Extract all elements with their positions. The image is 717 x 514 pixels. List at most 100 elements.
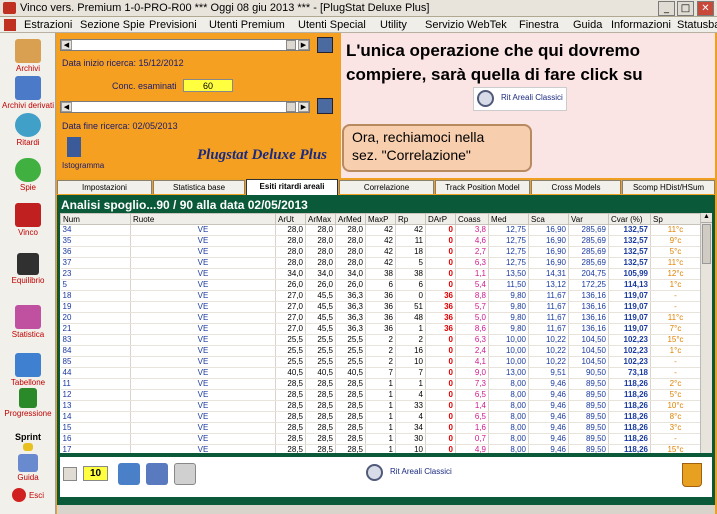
rit-areali-classici-button[interactable]: Rit Areali Classici	[473, 87, 567, 111]
table-row[interactable]: 34 VE 28,0 28,0 28,0 42 42 0 3,8 12,75 16,90 285,69…	[60, 224, 700, 236]
menu-guida[interactable]: Guida	[573, 19, 602, 31]
tab-impostazioni[interactable]: Impostazioni	[57, 180, 152, 194]
sidebar-item-archivi[interactable]: Archivi	[0, 39, 56, 73]
menu-estrazioni[interactable]: Estrazioni	[24, 19, 72, 31]
sidebar-item-guida[interactable]: Guida	[0, 454, 56, 482]
table-row[interactable]: 11 VE 28,5 28,5 28,5 1 1 0 7,3 8,00 9,46 89,50 118,2…	[60, 378, 700, 390]
minimize-button[interactable]: _	[658, 1, 675, 16]
table-row[interactable]: 5 VE 26,0 26,0 26,0 6 6 0 5,4 11,50 13,12 172,25 114…	[60, 279, 700, 291]
table-row[interactable]: 19 VE 27,0 45,5 36,3 36 51 36 5,7 9,80 11,67 136,16…	[60, 301, 700, 313]
column-header[interactable]: MaxP	[365, 213, 396, 225]
scroll-up-arrow[interactable]: ▲	[701, 213, 712, 223]
menu-finestra[interactable]: Finestra	[519, 19, 559, 31]
column-header[interactable]: ArMed	[335, 213, 366, 225]
slider-thumb[interactable]	[286, 102, 296, 112]
menu-sezione-spie[interactable]: Sezione Spie	[80, 19, 145, 31]
tab-correlazione[interactable]: Correlazione	[339, 180, 434, 194]
html-icon[interactable]	[174, 463, 196, 485]
sidebar-item-archivi-derivati[interactable]: Archivi derivati	[0, 76, 56, 110]
calendar-icon[interactable]	[317, 37, 333, 53]
tab-esiti-ritardi-areali[interactable]: Esiti ritardi areali	[246, 179, 338, 195]
table-cell: 28,0	[275, 235, 306, 247]
column-header[interactable]: Cvar (%)	[608, 213, 651, 225]
table-row[interactable]: 17 VE 28,5 28,5 28,5 1 10 0 4,9 8,00 9,46 89,50 118,…	[60, 444, 700, 453]
table-row[interactable]: 85 VE 25,5 25,5 25,5 2 10 0 4,1 10,00 10,22 104,50 1…	[60, 356, 700, 368]
menu-statusbar[interactable]: Statusbar	[677, 19, 717, 31]
menu-utility[interactable]: Utility	[380, 19, 407, 31]
column-header[interactable]: Sca	[528, 213, 569, 225]
sidebar-item-statistica[interactable]: Statistica	[0, 305, 56, 339]
slider-left-arrow[interactable]: ◀	[61, 40, 72, 50]
table-cell: 28,5	[275, 400, 306, 412]
table-cell: 0	[425, 433, 456, 445]
grid-icon[interactable]	[63, 467, 77, 481]
column-header[interactable]: Rp	[395, 213, 426, 225]
table-row[interactable]: 18 VE 27,0 45,5 36,3 36 0 36 8,8 9,80 11,67 136,16 1…	[60, 290, 700, 302]
vertical-scrollbar[interactable]: ▲	[700, 213, 712, 453]
tab-cross-models[interactable]: Cross Models	[531, 180, 621, 194]
table-row[interactable]: 12 VE 28,5 28,5 28,5 1 4 0 6,5 8,00 9,46 89,50 118,2…	[60, 389, 700, 401]
slider-thumb[interactable]	[286, 40, 296, 50]
menu-utenti-special[interactable]: Utenti Special	[298, 19, 366, 31]
column-header[interactable]: Var	[568, 213, 609, 225]
start-date-slider[interactable]: ◀ ▶	[60, 39, 310, 51]
column-header[interactable]: DArP	[425, 213, 456, 225]
column-header[interactable]: Num	[60, 213, 131, 225]
sidebar-item-equilibrio[interactable]: Equilibrio	[0, 253, 56, 285]
menu-servizio-webtek[interactable]: Servizio WebTek	[425, 19, 507, 31]
column-header[interactable]: Ruote	[130, 213, 276, 225]
tab-track-position-model[interactable]: Track Position Model	[435, 180, 530, 194]
tab-scomp-hdist-hsum[interactable]: Scomp HDist/HSum	[622, 180, 715, 194]
column-header[interactable]: Coass	[455, 213, 489, 225]
table-row[interactable]: 35 VE 28,0 28,0 28,0 42 11 0 4,6 12,75 16,90 285,69…	[60, 235, 700, 247]
menu-informazioni[interactable]: Informazioni	[611, 19, 671, 31]
table-row[interactable]: 36 VE 28,0 28,0 28,0 42 18 0 2,7 12,75 16,90 285,69…	[60, 246, 700, 258]
calendar-icon[interactable]	[317, 98, 333, 114]
maximize-button[interactable]: □	[677, 1, 694, 16]
tab-statistica-base[interactable]: Statistica base	[153, 180, 245, 194]
menu-utenti-premium[interactable]: Utenti Premium	[209, 19, 285, 31]
table-row[interactable]: 15 VE 28,5 28,5 28,5 1 34 0 1,6 8,00 9,46 89,50 118,…	[60, 422, 700, 434]
close-button[interactable]: ✕	[697, 1, 714, 16]
table-row[interactable]: 44 VE 40,5 40,5 40,5 7 7 0 9,0 13,00 9,51 90,50 73,1…	[60, 367, 700, 379]
slider-right-arrow[interactable]: ▶	[298, 102, 309, 112]
count-field[interactable]: 10	[83, 466, 108, 481]
table-row[interactable]: 20 VE 27,0 45,5 36,3 36 48 36 5,0 9,80 11,67 136,16…	[60, 312, 700, 324]
slider-left-arrow[interactable]: ◀	[61, 102, 72, 112]
rit-areali-classici-button-bottom[interactable]: Rit Areali Classici	[363, 462, 463, 488]
table-row[interactable]: 37 VE 28,0 28,0 28,0 42 5 0 6,3 12,75 16,90 285,69 1…	[60, 257, 700, 269]
sidebar-item-progressione[interactable]: Progressione	[0, 388, 56, 418]
histogram-icon[interactable]	[67, 137, 81, 157]
column-header[interactable]: Med	[488, 213, 529, 225]
table-row[interactable]: 21 VE 27,0 45,5 36,3 36 1 36 8,6 9,80 11,67 136,16 1…	[60, 323, 700, 335]
end-date-label: Data fine ricerca: 02/05/2013	[62, 121, 178, 131]
sidebar-item-vinco[interactable]: Vinco	[0, 203, 56, 237]
table-row[interactable]: 84 VE 25,5 25,5 25,5 2 16 0 2,4 10,00 10,22 104,50 1…	[60, 345, 700, 357]
conc-value-field[interactable]: 60	[183, 79, 233, 92]
end-date-slider[interactable]: ◀ ▶	[60, 101, 310, 113]
column-header[interactable]: Sp	[650, 213, 700, 225]
bucket-icon[interactable]	[682, 463, 702, 487]
column-header[interactable]: ArMax	[305, 213, 336, 225]
menu-previsioni[interactable]: Previsioni	[149, 19, 197, 31]
histogram-label[interactable]: Istogramma	[62, 161, 104, 170]
table-row[interactable]: 13 VE 28,5 28,5 28,5 1 33 0 1,4 8,00 9,46 89,50 118,…	[60, 400, 700, 412]
sidebar-item-spie[interactable]: Spie	[0, 158, 56, 192]
sidebar-item-sprint[interactable]: Sprint	[0, 431, 56, 451]
slider-right-arrow[interactable]: ▶	[298, 40, 309, 50]
export-icon[interactable]	[118, 463, 140, 485]
table-row[interactable]: 16 VE 28,5 28,5 28,5 1 30 0 0,7 8,00 9,46 89,50 118,…	[60, 433, 700, 445]
scroll-thumb[interactable]	[702, 224, 711, 264]
table-row[interactable]: 14 VE 28,5 28,5 28,5 1 4 0 6,5 8,00 9,46 89,50 118,2…	[60, 411, 700, 423]
archive-icon[interactable]	[146, 463, 168, 485]
table-cell: 42	[365, 246, 396, 258]
table-cell: 28,5	[275, 389, 306, 401]
sidebar-item-tabellone[interactable]: Tabellone	[0, 353, 56, 387]
table-row[interactable]: 23 VE 34,0 34,0 34,0 38 38 0 1,1 13,50 14,31 204,75…	[60, 268, 700, 280]
sidebar-item-ritardi[interactable]: Ritardi	[0, 113, 56, 147]
sidebar-item-esci[interactable]: Esci	[0, 488, 56, 502]
results-grid[interactable]: Num Ruote ArUt ArMax ArMed MaxP Rp DArP Coass Med…	[60, 213, 700, 453]
column-header[interactable]: ArUt	[275, 213, 306, 225]
table-cell: 16,90	[528, 246, 569, 258]
table-row[interactable]: 83 VE 25,5 25,5 25,5 2 2 0 6,3 10,00 10,22 104,50 10…	[60, 334, 700, 346]
